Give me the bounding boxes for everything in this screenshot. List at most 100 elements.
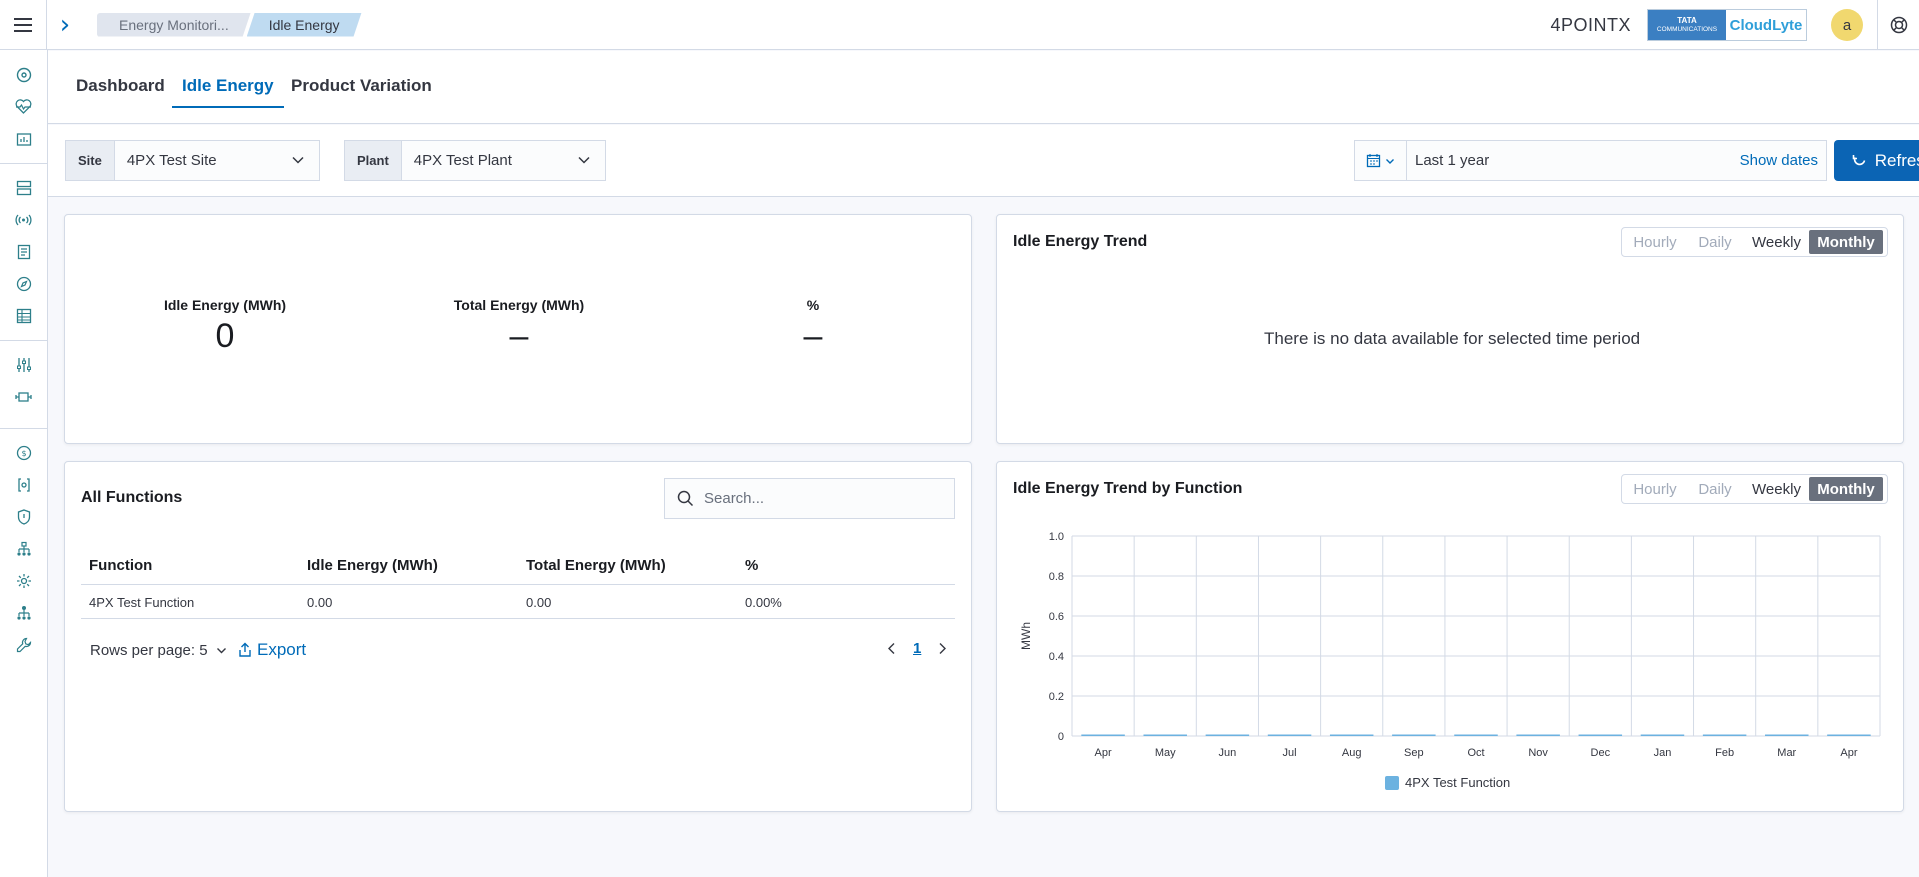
- page-number[interactable]: 1: [913, 640, 921, 657]
- bar: [1454, 734, 1498, 736]
- x-tick-label: Jan: [1654, 747, 1672, 759]
- bar: [1640, 734, 1685, 736]
- function-trend-daily-button[interactable]: Daily: [1686, 477, 1744, 501]
- dashboard-gauge-icon[interactable]: [14, 65, 33, 84]
- site-select-value: 4PX Test Site: [126, 152, 217, 169]
- idle-energy-stat-label: Idle Energy (MWh): [163, 297, 287, 313]
- export-icon: [239, 642, 251, 657]
- x-tick-label: Apr: [1840, 747, 1857, 759]
- legend-swatch: [1385, 775, 1399, 790]
- previous-page-icon[interactable]: [886, 642, 897, 655]
- bar: [1205, 734, 1250, 736]
- breadcrumb-idle-energy: Idle Energy: [247, 13, 362, 37]
- tata-logo-subtext: COMMUNICATIONS: [1656, 26, 1718, 33]
- idle-energy-stat-value: 0: [215, 317, 235, 355]
- idle-energy-trend-title: Idle Energy Trend: [1013, 233, 1148, 250]
- site-select-label: Site: [66, 141, 115, 180]
- table-icon[interactable]: [14, 306, 33, 325]
- plant-select[interactable]: Plant 4PX Test Plant: [344, 140, 606, 181]
- x-tick-label: Oct: [1467, 747, 1484, 759]
- filter-bar: Site 4PX Test Site Plant 4PX Test Plant …: [48, 125, 1919, 197]
- bar: [1392, 734, 1436, 736]
- export-button[interactable]: Export: [237, 640, 306, 660]
- site-select[interactable]: Site 4PX Test Site: [65, 140, 320, 181]
- help-button[interactable]: [1877, 0, 1919, 50]
- y-tick-label: 1.0: [1049, 531, 1064, 543]
- function-trend-hourly-button[interactable]: Hourly: [1624, 477, 1686, 501]
- page-tabs: Dashboard Idle Energy Product Variation: [48, 51, 1919, 124]
- column-header-total-energy[interactable]: Total Energy (MWh): [526, 557, 666, 574]
- breadcrumb-energy-monitoring[interactable]: Energy Monitori...: [97, 13, 251, 37]
- pipeline-icon[interactable]: [14, 387, 33, 406]
- bar: [1765, 734, 1809, 736]
- function-trend-granularity-toggle: Hourly Daily Weekly Monthly: [1621, 474, 1888, 504]
- 4pointx-logo: 4POINTX: [1550, 14, 1631, 35]
- plugin-icon[interactable]: $: [14, 443, 33, 462]
- tab-product-variation[interactable]: Product Variation: [291, 76, 432, 108]
- code-icon[interactable]: [14, 475, 33, 494]
- trend-granularity-toggle: Hourly Daily Weekly Monthly: [1621, 227, 1888, 257]
- report-icon[interactable]: [14, 129, 33, 148]
- x-tick-label: Dec: [1591, 747, 1611, 759]
- function-trend-weekly-button[interactable]: Weekly: [1744, 477, 1809, 501]
- rows-per-page-select[interactable]: Rows per page: 5: [90, 642, 227, 659]
- export-button-label: Export: [257, 640, 307, 659]
- cell-percent: 0.00%: [745, 595, 782, 610]
- chevron-down-icon: [216, 648, 226, 654]
- top-header: › Energy Monitori... Idle Energy 4POINTX…: [0, 0, 1919, 50]
- tab-idle-energy[interactable]: Idle Energy: [172, 76, 284, 108]
- percent-stat-label: %: [806, 297, 820, 313]
- column-header-percent[interactable]: %: [745, 557, 758, 574]
- functions-table-header: Function Idle Energy (MWh) Total Energy …: [81, 545, 955, 585]
- lifebuoy-icon: [1890, 16, 1907, 34]
- menu-toggle-button[interactable]: [0, 0, 47, 50]
- plant-select-value: 4PX Test Plant: [413, 152, 512, 169]
- legend-label[interactable]: 4PX Test Function: [1405, 775, 1510, 790]
- chevron-right-icon[interactable]: ›: [47, 0, 83, 50]
- refresh-button[interactable]: Refresh: [1834, 140, 1919, 181]
- next-page-icon[interactable]: [937, 642, 948, 655]
- trend-daily-button[interactable]: Daily: [1686, 230, 1744, 254]
- search-input[interactable]: [704, 490, 934, 507]
- column-header-idle-energy[interactable]: Idle Energy (MWh): [307, 557, 438, 574]
- x-tick-label: Jul: [1283, 747, 1297, 759]
- trend-monthly-button[interactable]: Monthly: [1809, 230, 1883, 254]
- chart-legend: 4PX Test Function: [1385, 775, 1510, 790]
- trend-weekly-button[interactable]: Weekly: [1744, 230, 1809, 254]
- document-icon[interactable]: [14, 242, 33, 261]
- x-tick-label: Jun: [1219, 747, 1237, 759]
- hierarchy-icon[interactable]: [14, 539, 33, 558]
- x-tick-label: Nov: [1528, 747, 1548, 759]
- org-chart-icon[interactable]: [14, 603, 33, 622]
- signal-icon[interactable]: [14, 210, 33, 229]
- show-dates-link[interactable]: Show dates: [1740, 152, 1826, 169]
- sliders-icon[interactable]: [14, 355, 33, 374]
- shield-icon[interactable]: [14, 507, 33, 526]
- gear-icon[interactable]: [14, 571, 33, 590]
- y-tick-label: 0.2: [1049, 691, 1064, 703]
- x-tick-label: Aug: [1342, 747, 1362, 759]
- date-picker: Last 1 year Show dates: [1354, 140, 1827, 181]
- date-range-value[interactable]: Last 1 year: [1407, 152, 1740, 169]
- date-quick-select-button[interactable]: [1355, 141, 1407, 180]
- bar: [1827, 734, 1871, 736]
- layout-icon[interactable]: [14, 178, 33, 197]
- compass-icon[interactable]: [14, 274, 33, 293]
- trend-hourly-button[interactable]: Hourly: [1624, 230, 1686, 254]
- y-tick-label: 0.4: [1049, 651, 1064, 663]
- chart-svg: 0 0.2 0.4 0.6 0.8 1.0 Apr May Jun Jul Aug Sep Oct Nov…: [1019, 531, 1881, 759]
- wrench-icon[interactable]: [14, 635, 33, 654]
- function-trend-monthly-button[interactable]: Monthly: [1809, 477, 1883, 501]
- table-row: 4PX Test Function 0.00 0.00 0.00%: [81, 585, 955, 619]
- bar: [1081, 734, 1125, 736]
- bar: [1702, 734, 1747, 736]
- total-energy-stat: Total Energy (MWh) –: [419, 297, 619, 356]
- plant-select-label: Plant: [345, 141, 402, 180]
- tab-dashboard[interactable]: Dashboard: [76, 76, 165, 108]
- x-tick-label: Mar: [1777, 747, 1796, 759]
- functions-search: [664, 478, 955, 519]
- heart-monitor-icon[interactable]: [14, 97, 33, 116]
- user-avatar[interactable]: a: [1831, 9, 1863, 41]
- chevron-down-icon: [1386, 158, 1394, 164]
- column-header-function[interactable]: Function: [89, 557, 152, 574]
